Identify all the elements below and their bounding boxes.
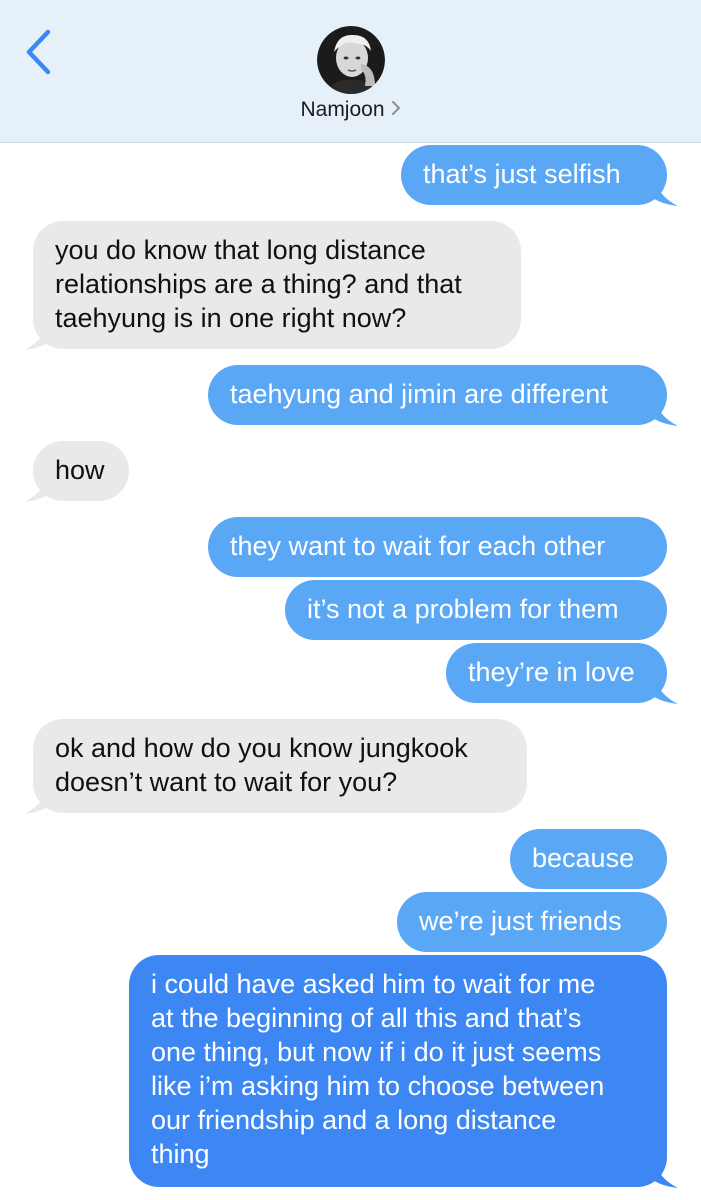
contact-avatar[interactable] [317, 26, 385, 94]
contact-name: Namjoon [300, 98, 385, 121]
message-thread: that’s just selfish you do know that lon… [0, 143, 701, 1200]
sent-message[interactable]: i could have asked him to wait for me at… [129, 955, 667, 1187]
received-message-tail [24, 476, 52, 502]
chevron-left-icon [26, 29, 51, 75]
received-message[interactable]: ok and how do you know jungkook doesn’t … [33, 719, 527, 813]
chevron-right-icon [391, 101, 400, 116]
conversation-header: Namjoon [0, 0, 701, 143]
sent-message[interactable]: that’s just selfish [401, 145, 667, 205]
sent-message[interactable]: because [510, 829, 667, 889]
sent-message-tail [650, 400, 678, 426]
back-button[interactable] [18, 28, 62, 80]
sent-message-tail [650, 1162, 678, 1188]
sent-message-tail [650, 180, 678, 206]
sent-message[interactable]: they’re in love [446, 643, 667, 703]
received-message[interactable]: you do know that long distance relations… [33, 221, 521, 349]
received-message-tail [24, 788, 52, 814]
sent-message[interactable]: it’s not a problem for them [285, 580, 667, 640]
sent-message[interactable]: taehyung and jimin are different [208, 365, 667, 425]
sent-message-tail [650, 678, 678, 704]
contact-name-button[interactable]: Namjoon [0, 98, 701, 122]
sent-message[interactable]: they want to wait for each other [208, 517, 667, 577]
received-message-tail [24, 324, 52, 350]
sent-message[interactable]: we’re just friends [397, 892, 667, 952]
